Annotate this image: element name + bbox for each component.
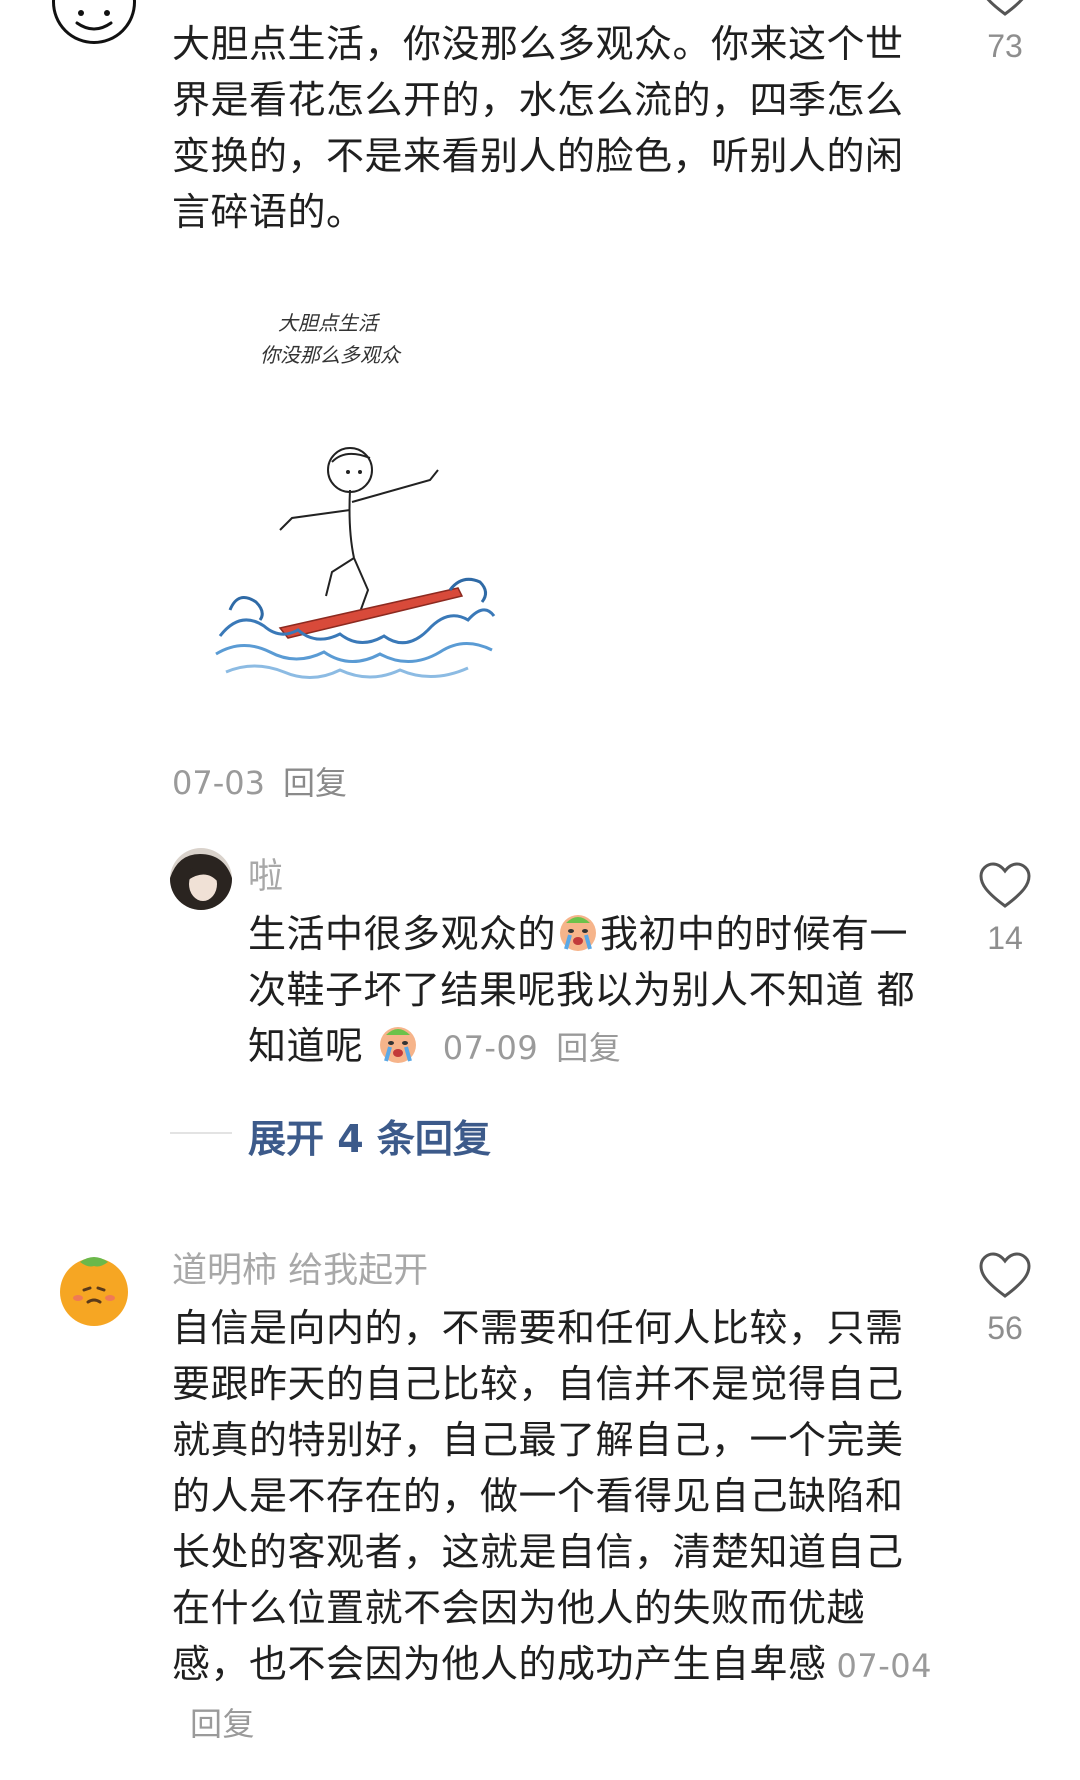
- comment-nickname[interactable]: 道明柿 给我起开: [172, 1242, 428, 1293]
- persimmon-avatar-icon: [60, 1257, 128, 1326]
- comment-text: 自信是向内的，不需要和任何人比较，只需要跟昨天的自己比较，自信并不是觉得自己就真…: [172, 1300, 932, 1752]
- reply-nickname[interactable]: 啦: [248, 848, 283, 899]
- crying-face-emoji: [560, 915, 597, 951]
- user-photo-icon: [170, 848, 232, 910]
- reply-button[interactable]: 回复: [556, 1029, 621, 1067]
- like-count: 73: [987, 28, 1023, 64]
- like-button[interactable]: 14: [960, 862, 1050, 957]
- like-button[interactable]: 56: [960, 1252, 1050, 1347]
- reply-date: 07-09: [442, 1029, 539, 1067]
- comment-body: 自信是向内的，不需要和任何人比较，只需要跟昨天的自己比较，自信并不是觉得自己就真…: [172, 1306, 904, 1686]
- heart-outline-icon: [986, 0, 1024, 16]
- avatar[interactable]: [170, 848, 232, 910]
- reply-text: 生活中很多观众的 我初中的时候有一次鞋子坏了结果呢我以为别人不知道 都知道呢 0…: [248, 906, 928, 1076]
- smiley-icon: [75, 10, 113, 31]
- reply-button[interactable]: 回复: [283, 764, 347, 802]
- comment-meta: 07-03 回复: [172, 758, 347, 804]
- image-caption-line2: 你没那么多观众: [260, 343, 402, 367]
- reply-button[interactable]: 回复: [190, 1705, 255, 1743]
- image-caption-line1: 大胆点生活: [278, 311, 381, 335]
- like-count: 14: [987, 920, 1023, 956]
- reply-text-part1: 生活中很多观众的: [248, 912, 557, 956]
- like-button[interactable]: 73: [960, 0, 1050, 65]
- like-count: 56: [987, 1310, 1023, 1346]
- crying-face-emoji: [380, 1027, 417, 1063]
- heart-outline-icon: [979, 862, 1031, 908]
- avatar[interactable]: [52, 1244, 136, 1328]
- heart-outline-icon: [979, 1252, 1031, 1298]
- comment-image[interactable]: 大胆点生活 你没那么多观众: [200, 290, 500, 690]
- avatar[interactable]: [52, 0, 136, 44]
- surfer-sketch-image: 大胆点生活 你没那么多观众: [215, 311, 496, 679]
- comment-date: 07-03: [172, 764, 265, 802]
- expand-divider: [170, 1132, 232, 1134]
- comment-text: 大胆点生活，你没那么多观众。你来这个世界是看花怎么开的，水怎么流的，四季怎么变换…: [172, 22, 904, 234]
- comment-date: 07-04: [836, 1647, 932, 1685]
- expand-replies-button[interactable]: 展开 4 条回复: [248, 1108, 491, 1163]
